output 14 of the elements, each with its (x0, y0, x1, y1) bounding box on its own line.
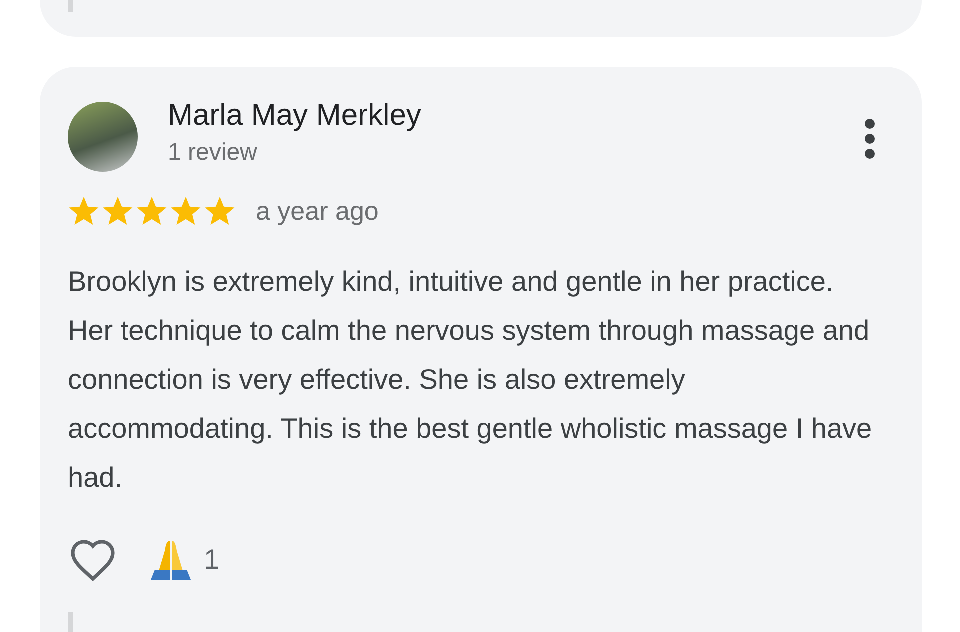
review-time: a year ago (256, 196, 379, 227)
star-icon (170, 196, 202, 226)
quote-bar (68, 612, 73, 632)
praying-hands-icon (148, 538, 194, 582)
star-icon (204, 196, 236, 226)
review-count: 1 review (168, 139, 258, 167)
star-icon (68, 196, 100, 226)
reaction-count: 1 (204, 544, 220, 576)
more-icon (864, 119, 876, 159)
star-icon (102, 196, 134, 226)
like-button[interactable] (68, 538, 118, 582)
review-text: Brooklyn is extremely kind, intuitive and gentle in her practice. Her technique to calm the nervous system through massage and connection is very effective. She is also extremely accommodating. This is the best gentle wholistic massage I have had. (68, 265, 874, 495)
author-name: Marla May Merkley (168, 99, 422, 133)
star-icon (136, 196, 168, 226)
